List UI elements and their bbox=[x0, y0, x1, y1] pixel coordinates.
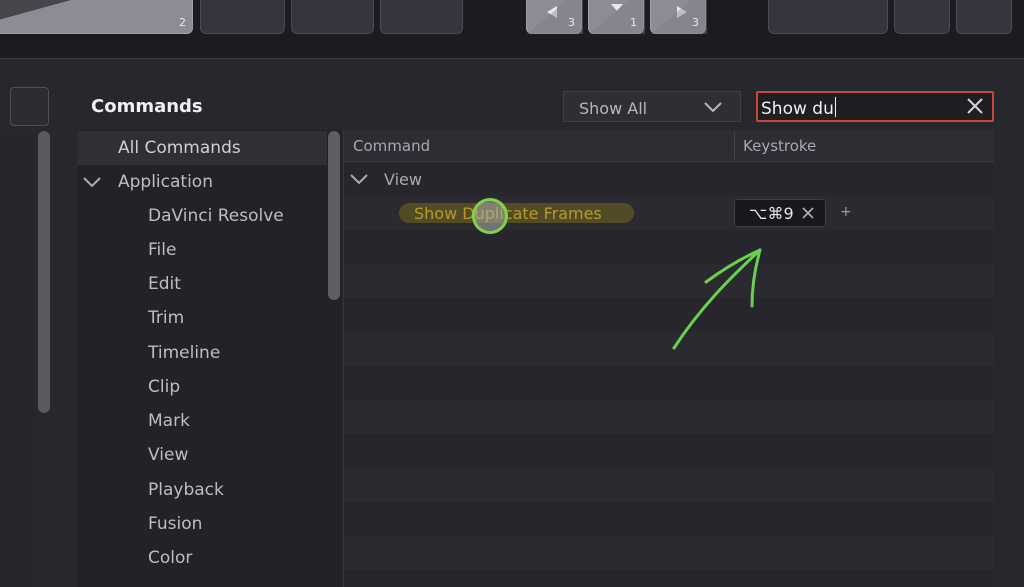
category-label: Playback bbox=[148, 480, 224, 500]
category-list: All Commands Application DaVinci Resolve… bbox=[77, 130, 342, 587]
keyboard-key[interactable]: 3 bbox=[526, 0, 583, 34]
keyboard-key[interactable] bbox=[956, 0, 1012, 34]
table-row bbox=[344, 400, 994, 434]
table-row bbox=[344, 468, 994, 502]
category-label: Clip bbox=[148, 377, 181, 397]
category-label: Edit bbox=[148, 274, 181, 294]
table-row-group-view[interactable]: View bbox=[344, 162, 994, 196]
category-item-timeline[interactable]: Timeline bbox=[77, 336, 327, 370]
category-label: File bbox=[148, 240, 177, 260]
chevron-down-icon bbox=[704, 102, 722, 113]
keystroke-chip[interactable]: ⌥⌘9 bbox=[734, 199, 826, 227]
table-row bbox=[344, 434, 994, 468]
chevron-down-icon[interactable] bbox=[83, 177, 101, 188]
category-item-fusion[interactable]: Fusion bbox=[77, 507, 327, 541]
category-label: Mark bbox=[148, 411, 190, 431]
category-scrollbar[interactable] bbox=[328, 131, 340, 300]
keyboard-key[interactable] bbox=[291, 0, 374, 34]
table-row[interactable]: Show Duplicate Frames ⌥⌘9 + bbox=[344, 196, 994, 234]
table-row bbox=[344, 502, 994, 536]
category-label: Timeline bbox=[148, 343, 221, 363]
category-item-view[interactable]: View bbox=[77, 438, 327, 472]
keyboard-key[interactable]: 2 bbox=[0, 0, 193, 34]
filter-dropdown[interactable]: Show All bbox=[563, 91, 741, 122]
category-item-clip[interactable]: Clip bbox=[77, 370, 327, 404]
category-item-color[interactable]: Color bbox=[77, 541, 327, 575]
chevron-down-icon[interactable] bbox=[350, 174, 368, 185]
filter-selected-value: Show All bbox=[579, 99, 648, 118]
category-item-trim[interactable]: Trim bbox=[77, 301, 327, 335]
category-item-edit[interactable]: Edit bbox=[77, 267, 327, 301]
column-header-keystroke[interactable]: Keystroke bbox=[743, 137, 816, 155]
cursor-indicator bbox=[472, 198, 508, 234]
group-label: View bbox=[384, 170, 422, 189]
category-label: All Commands bbox=[118, 138, 241, 158]
keyboard-key[interactable]: 1 bbox=[588, 0, 645, 34]
left-side-list bbox=[0, 131, 36, 587]
key-number: 3 bbox=[692, 16, 699, 29]
category-item-application[interactable]: Application bbox=[77, 165, 327, 199]
category-label: Color bbox=[148, 548, 193, 568]
column-header-command[interactable]: Command bbox=[353, 137, 430, 155]
key-diagonal-graphic bbox=[0, 0, 71, 20]
keyboard-key[interactable] bbox=[200, 0, 285, 34]
category-label: View bbox=[148, 445, 189, 465]
key-number: 2 bbox=[179, 16, 186, 29]
command-table: Command Keystroke View Show Duplicate Fr… bbox=[343, 130, 994, 587]
key-number: 3 bbox=[568, 16, 575, 29]
category-item-file[interactable]: File bbox=[77, 233, 327, 267]
column-divider[interactable] bbox=[734, 132, 735, 159]
annotation-arrow-icon bbox=[672, 248, 762, 350]
keyboard-strip: 2 3 1 3 bbox=[0, 0, 1024, 58]
search-value: Show du bbox=[761, 99, 834, 119]
category-label: DaVinci Resolve bbox=[148, 206, 284, 226]
commands-title: Commands bbox=[91, 96, 203, 117]
category-item-mark[interactable]: Mark bbox=[77, 404, 327, 438]
close-icon[interactable] bbox=[798, 203, 818, 223]
text-caret bbox=[834, 97, 836, 117]
category-item-playback[interactable]: Playback bbox=[77, 473, 327, 507]
keyboard-key[interactable] bbox=[768, 0, 888, 34]
table-row bbox=[344, 366, 994, 400]
panel-button[interactable] bbox=[10, 87, 49, 126]
close-icon[interactable] bbox=[965, 96, 985, 116]
keyboard-key[interactable] bbox=[894, 0, 950, 34]
category-item-all-commands[interactable]: All Commands bbox=[77, 131, 327, 165]
category-label: Trim bbox=[148, 308, 185, 328]
category-label: Fusion bbox=[148, 514, 203, 534]
category-label: Application bbox=[118, 172, 213, 192]
table-header: Command Keystroke bbox=[344, 130, 994, 162]
keystroke-value: ⌥⌘9 bbox=[749, 204, 794, 223]
left-scrollbar[interactable] bbox=[38, 131, 50, 413]
table-row bbox=[344, 536, 994, 570]
category-item-davinci-resolve[interactable]: DaVinci Resolve bbox=[77, 199, 327, 233]
key-number: 1 bbox=[630, 16, 637, 29]
search-input[interactable]: Show du bbox=[756, 91, 994, 122]
keyboard-key[interactable]: 3 bbox=[650, 0, 707, 34]
keyboard-key[interactable] bbox=[380, 0, 463, 34]
plus-icon[interactable]: + bbox=[840, 204, 852, 220]
